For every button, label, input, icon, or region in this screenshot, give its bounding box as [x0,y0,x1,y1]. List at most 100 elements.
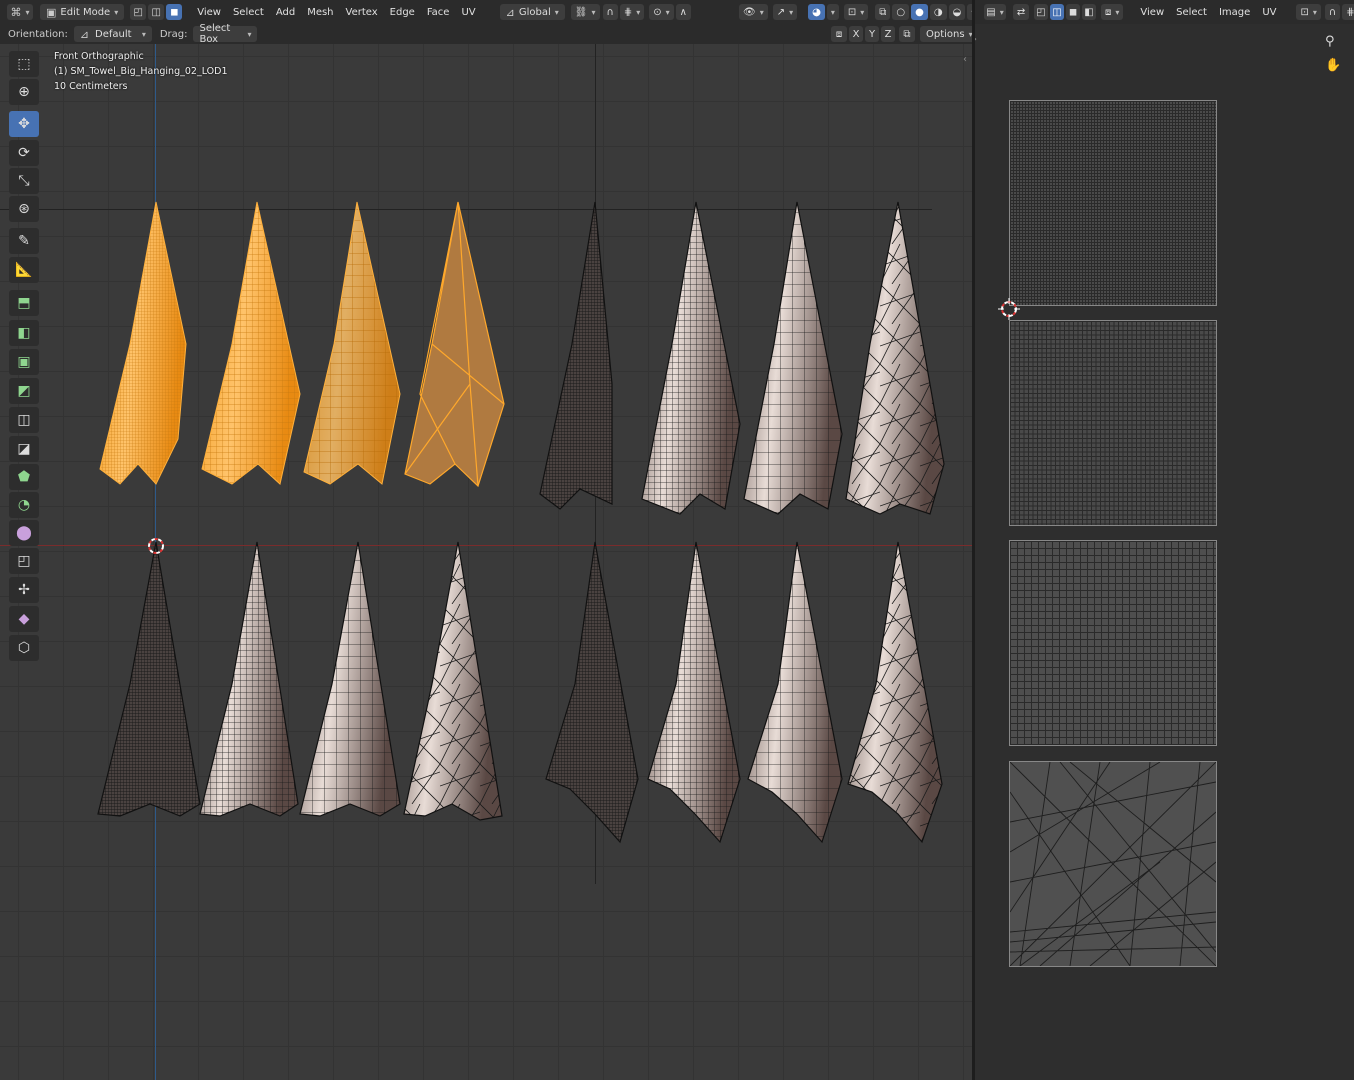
uv-snap-icon: ⋕ [1346,6,1354,18]
orientation-global-icon: ⊿ [505,5,515,19]
uv-menu-view[interactable]: View [1134,7,1170,18]
uv-menu-image[interactable]: Image [1213,7,1256,18]
tool-rotate[interactable]: ⟳ [9,140,39,166]
uv-2d-cursor-icon[interactable] [998,298,1020,320]
mirror-z-button[interactable]: Z [881,26,895,42]
tool-poly-build[interactable]: ⬟ [9,464,39,490]
uv-vertex-icon: ◰ [1036,6,1046,18]
visibility-button[interactable]: 👁 ▾ [739,4,768,20]
uv-face-select-button[interactable]: ◼ [1066,4,1080,20]
tool-annotate[interactable]: ✎ [9,228,39,254]
uv-vertex-select-button[interactable]: ◰ [1034,4,1048,20]
menu-mesh[interactable]: Mesh [301,7,339,18]
options-dropdown[interactable]: Options ▾ [920,26,979,42]
tool-cursor[interactable]: ⊕ [9,79,39,105]
menu-uv[interactable]: UV [455,7,481,18]
vertex-select-button[interactable]: ◰ [130,4,147,20]
shading-material-button[interactable]: ◑ [929,4,947,20]
snap-toggle-button[interactable]: ∩ [602,4,618,20]
tool-loop-cut[interactable]: ◫ [9,407,39,433]
face-select-button[interactable]: ◼ [166,4,183,20]
xray-toggle-button[interactable]: ⧉ [875,4,891,20]
tool-extrude[interactable]: ◧ [9,320,39,346]
tool-transform[interactable]: ⊛ [9,196,39,222]
editor-type-button[interactable]: ⌘ ▾ [7,4,33,20]
shading-rendered-button[interactable]: ◒ [948,4,966,20]
uv-zoom-icon[interactable]: ⚲ [1325,34,1335,49]
tool-inset[interactable]: ▣ [9,349,39,375]
pivot-point-button[interactable]: ⛓ ▾ [570,4,600,20]
edge-select-button[interactable]: ◫ [148,4,165,20]
tool-rip[interactable]: ⬡ [9,635,39,661]
uv-editor-type-button[interactable]: ▤ ▾ [984,4,1006,20]
tool-smooth[interactable]: ⬤ [9,520,39,546]
drag-dropdown[interactable]: Select Box ▾ [193,23,258,45]
uv-pivot-button[interactable]: ⊡ ▾ [1296,4,1321,20]
uv-collapse-icon[interactable]: › [975,34,977,45]
shading-solid-button[interactable]: ● [911,4,928,20]
snap-target-button[interactable]: ⋕ ▾ [619,4,645,20]
uv-island-icon: ◧ [1084,6,1094,18]
uv-menu-select[interactable]: Select [1170,7,1213,18]
falloff-button[interactable]: ∧ [675,4,691,20]
xray-icon: ⧉ [879,6,887,18]
uv-editor-header: ▤ ▾ ⇄ ◰ ◫ ◼ ◧ ⧈ ▾ View Select Image UV ⊡ ▾ … [975,0,1354,24]
material-shading-icon: ◑ [933,6,943,18]
tool-knife[interactable]: ◪ [9,436,39,462]
tool-move[interactable]: ✥ [9,111,39,137]
tool-spin[interactable]: ◔ [9,492,39,518]
uv-sticky-select-button[interactable]: ⧈ ▾ [1101,4,1124,20]
measure-icon: 📐 [15,262,33,278]
tool-add-cube[interactable]: ⬒ [9,290,39,316]
mirror-options-button[interactable]: ⧈ [831,26,847,42]
tool-shrink-fatten[interactable]: ✢ [9,577,39,603]
tool-scale[interactable]: ⤡ [9,168,39,194]
3d-viewport[interactable]: Front Orthographic (1) SM_Towel_Big_Hang… [0,44,972,1080]
mode-label: Edit Mode [60,6,111,18]
transform-orientation-label: Global [518,6,551,18]
towel-meshes [97,201,945,844]
overlays-dropdown[interactable]: ▾ [826,4,839,20]
uv-edge-select-button[interactable]: ◫ [1050,4,1064,20]
mirror-x-button[interactable]: X [849,26,863,42]
menu-edge[interactable]: Edge [384,7,421,18]
orientation-value: Default [95,28,132,40]
shrink-fatten-icon: ✢ [18,582,30,598]
uv-snap-target-button[interactable]: ⋕▾ [1342,4,1354,20]
uv-pan-icon[interactable]: ✋ [1325,58,1341,73]
shading-wireframe-button[interactable]: ○ [892,4,910,20]
auto-merge-icon: ⧉ [903,28,911,40]
tool-select-box[interactable]: ⬚ [9,51,39,77]
mirror-icon: ⧈ [835,28,843,40]
orientation-dropdown[interactable]: ⊿ Default ▾ [73,26,152,42]
uv-sync-button[interactable]: ⇄ [1013,4,1029,20]
towel-row2-lod2-b [747,541,843,844]
menu-add[interactable]: Add [270,7,301,18]
menu-face[interactable]: Face [421,7,456,18]
mode-dropdown[interactable]: ▣ Edit Mode ▾ [40,4,125,20]
rip-icon: ⬡ [17,640,31,656]
mesh-edit-overlays-button[interactable]: ⊡ ▾ [843,4,869,20]
sidebar-toggle-icon[interactable]: ‹ [963,54,967,65]
gizmo-button[interactable]: ↗ ▾ [772,4,798,20]
overlays-button[interactable]: ◕ [808,4,825,20]
uv-menu-uv[interactable]: UV [1256,7,1282,18]
auto-merge-button[interactable]: ⧉ [899,26,915,42]
falloff-curve-icon: ∧ [679,6,687,18]
snap-increment-icon: ⋕ [623,6,633,18]
tool-bevel[interactable]: ◩ [9,378,39,404]
menu-vertex[interactable]: Vertex [340,7,384,18]
toolbar: ⬚ ⊕ ✥ ⟳ ⤡ ⊛ ✎ 📐 ⬒ ◧ ▣ ◩ ◫ ◪ ⬟ ◔ ⬤ ◰ ✢ ◆ … [0,44,48,664]
tool-edge-slide[interactable]: ◰ [9,548,39,574]
poly-build-icon: ⬟ [17,469,31,485]
uv-snap-button[interactable]: ∩ [1324,4,1341,20]
proportional-edit-button[interactable]: ⊙ ▾ [649,4,674,20]
mirror-y-button[interactable]: Y [865,26,879,42]
move-icon: ✥ [18,116,30,132]
uv-island-select-button[interactable]: ◧ [1082,4,1096,20]
menu-view[interactable]: View [191,7,227,18]
menu-select[interactable]: Select [227,7,270,18]
tool-shear[interactable]: ◆ [9,606,39,632]
tool-measure[interactable]: 📐 [9,257,39,283]
transform-orientation-dropdown[interactable]: ⊿ Global ▾ [499,4,565,20]
